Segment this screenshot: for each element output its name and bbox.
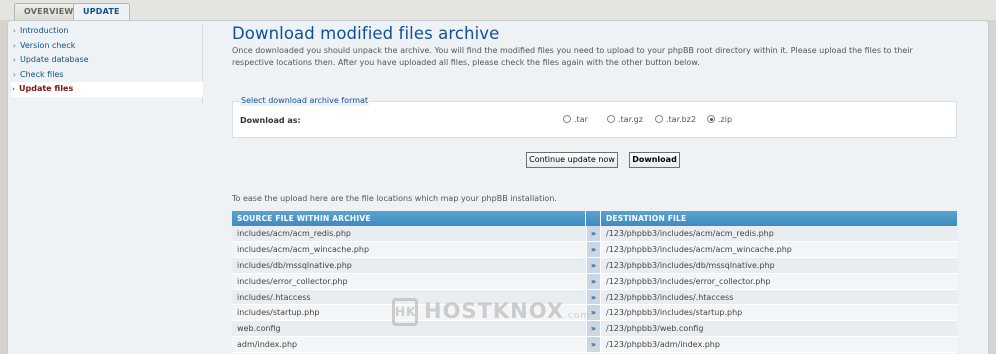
table-row: includes/acm/acm_wincache.php»/123/phpbb…	[232, 241, 957, 258]
destination-file-cell: /123/phpbb3/includes/acm/acm_redis.php	[601, 226, 957, 242]
source-file-cell: includes/acm/acm_redis.php	[232, 226, 586, 242]
source-file-cell: includes/db/mssqlnative.php	[232, 257, 586, 274]
sidebar-item-update-database[interactable]: › Update database	[12, 53, 202, 68]
radio-circle[interactable]	[563, 115, 571, 123]
chevron-right-icon: ›	[13, 56, 16, 65]
sidebar-item-update-files[interactable]: › Update files	[11, 82, 203, 97]
page-description: Once downloaded you should unpack the ar…	[232, 46, 913, 67]
destination-file-cell: /123/phpbb3/web.config	[601, 321, 957, 338]
radio-label: .tar.gz	[618, 115, 643, 124]
watermark-suffix: .com	[564, 311, 591, 321]
separator-column-header	[586, 211, 601, 226]
destination-column-header: DESTINATION FILE	[601, 211, 957, 226]
radio-zip[interactable]: .zip	[707, 114, 732, 126]
sidebar-item-version-check[interactable]: › Version check	[12, 39, 202, 54]
sidebar-item-label: Update database	[20, 55, 89, 65]
table-header-row: SOURCE FILE WITHIN ARCHIVE DESTINATION F…	[232, 211, 957, 226]
arrow-separator-icon: »	[586, 273, 601, 290]
tab-update[interactable]: UPDATE	[73, 3, 130, 21]
download-button[interactable]: Download	[629, 152, 680, 168]
table-row: includes/db/mssqlnative.php»/123/phpbb3/…	[232, 257, 957, 274]
watermark: HK HOSTKNOX.com	[392, 298, 590, 326]
radio-label: .tar.bz2	[666, 115, 697, 124]
watermark-text: HOSTKNOX	[424, 299, 565, 323]
table-row: includes/startup.php»/123/phpbb3/include…	[232, 305, 957, 322]
radio-label: .tar	[574, 115, 588, 124]
destination-file-cell: /123/phpbb3/includes/startup.php	[601, 305, 957, 322]
destination-file-cell: /123/phpbb3/adm/index.php	[601, 337, 957, 354]
radio-label: .zip	[718, 115, 733, 124]
table-row: includes/acm/acm_redis.php»/123/phpbb3/i…	[232, 226, 957, 242]
destination-file-cell: /123/phpbb3/includes/db/mssqlnative.php	[601, 257, 957, 274]
radio-tar-gz[interactable]: .tar.gz	[607, 114, 643, 126]
main-content: Download modified files archive Once dow…	[232, 24, 962, 354]
sidebar-item-label: Update files	[19, 84, 74, 94]
radio-circle[interactable]	[655, 115, 663, 123]
chevron-right-icon: ›	[12, 85, 15, 94]
radio-circle[interactable]	[607, 115, 615, 123]
destination-file-cell: /123/phpbb3/includes/.htaccess	[601, 289, 957, 306]
source-file-cell: includes/acm/acm_wincache.php	[232, 241, 586, 258]
table-row: adm/index.php»/123/phpbb3/adm/index.php	[232, 337, 957, 354]
tab-bar: OVERVIEW UPDATE	[0, 0, 996, 21]
sidebar-item-introduction[interactable]: › Introduction	[12, 24, 202, 39]
sidebar-menu: › Introduction › Version check › Update dat…	[11, 24, 203, 104]
sidebar-item-label: Introduction	[20, 26, 69, 35]
radio-tar-bz2[interactable]: .tar.bz2	[655, 114, 696, 126]
table-row: includes/error_collector.php»/123/phpbb3…	[232, 273, 957, 290]
fieldset-legend: Select download archive format	[240, 96, 370, 106]
arrow-separator-icon: »	[586, 257, 601, 274]
chevron-right-icon: ›	[13, 70, 16, 79]
source-file-cell: adm/index.php	[232, 337, 586, 354]
arrow-separator-icon: »	[586, 337, 601, 354]
sidebar-item-label: Check files	[20, 69, 64, 79]
file-mapping-table: SOURCE FILE WITHIN ARCHIVE DESTINATION F…	[232, 211, 957, 354]
source-file-cell: includes/error_collector.php	[232, 273, 586, 290]
destination-file-cell: /123/phpbb3/includes/error_collector.php	[601, 273, 957, 290]
arrow-separator-icon: »	[586, 226, 601, 242]
source-column-header: SOURCE FILE WITHIN ARCHIVE	[232, 211, 586, 226]
radio-tar[interactable]: .tar	[563, 114, 588, 126]
page-title: Download modified files archive	[232, 24, 500, 43]
radio-circle-checked[interactable]	[707, 115, 715, 123]
continue-update-button[interactable]: Continue update now	[526, 152, 618, 168]
arrow-separator-icon: »	[586, 241, 601, 258]
destination-file-cell: /123/phpbb3/includes/acm/acm_wincache.ph…	[601, 241, 957, 258]
sidebar-item-label: Version check	[20, 40, 76, 50]
watermark-logo-icon: HK	[392, 298, 418, 326]
table-row: includes/.htaccess»/123/phpbb3/includes/…	[232, 289, 957, 306]
sidebar-item-check-files[interactable]: › Check files	[12, 68, 202, 83]
table-row: web.config»/123/phpbb3/web.config	[232, 321, 957, 338]
chevron-right-icon: ›	[13, 27, 16, 35]
archive-format-fieldset: Select download archive format Download …	[232, 96, 957, 138]
chevron-right-icon: ›	[13, 41, 16, 50]
file-locations-note: To ease the upload here are the file loc…	[232, 194, 557, 203]
download-as-label: Download as:	[240, 116, 301, 125]
